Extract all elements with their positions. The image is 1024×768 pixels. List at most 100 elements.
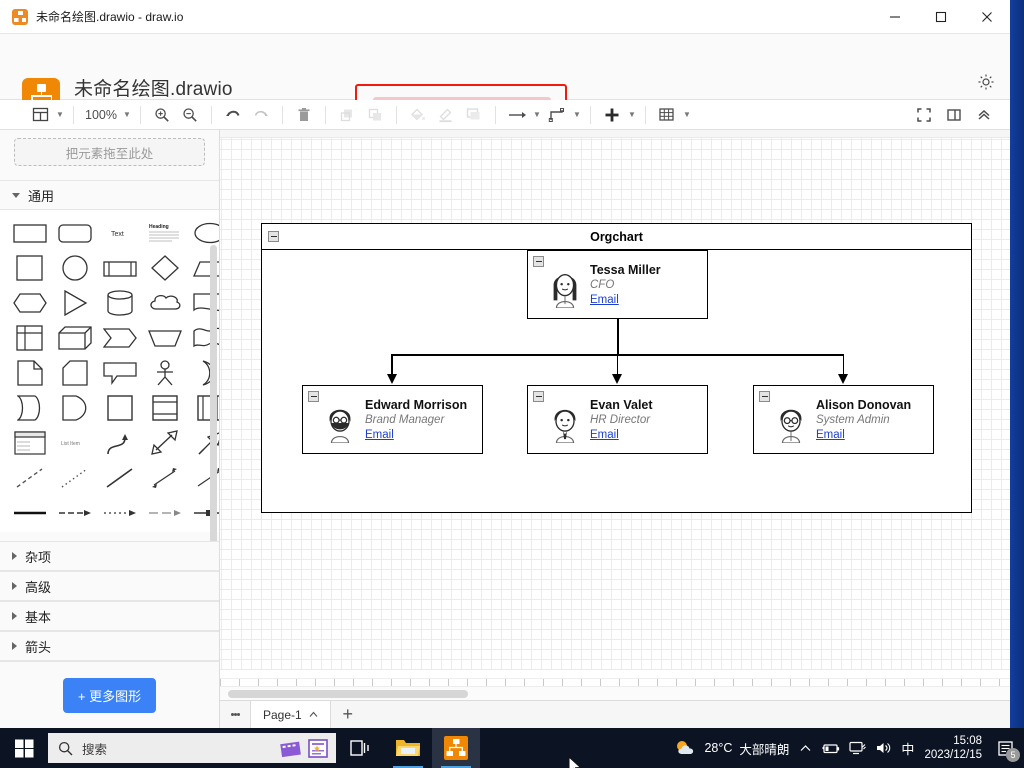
shape-list-item[interactable]: List Item bbox=[57, 430, 93, 456]
shape-diamond[interactable] bbox=[147, 255, 183, 281]
sidebar-section-advanced[interactable]: 高级 bbox=[0, 571, 219, 601]
shadow-button[interactable] bbox=[460, 103, 488, 127]
shape-card[interactable] bbox=[57, 360, 93, 386]
shape-line[interactable] bbox=[12, 500, 48, 526]
canvas-hscrollbar[interactable] bbox=[220, 686, 1010, 700]
close-button[interactable] bbox=[964, 0, 1010, 34]
shape-text[interactable]: Text bbox=[102, 220, 138, 246]
taskbar-clock[interactable]: 15:08 2023/12/15 bbox=[924, 734, 982, 762]
format-panel-button[interactable] bbox=[940, 103, 968, 127]
shape-step[interactable] bbox=[102, 325, 138, 351]
shape-list[interactable] bbox=[12, 430, 48, 456]
zoom-in-button[interactable] bbox=[148, 103, 176, 127]
org-node-child3[interactable]: Alison Donovan System Admin Email bbox=[753, 385, 934, 454]
zoom-caret[interactable]: ▼ bbox=[121, 103, 133, 127]
shape-circle[interactable] bbox=[57, 255, 93, 281]
shape-dotted-line[interactable] bbox=[57, 465, 93, 491]
shape-textbox[interactable]: Heading bbox=[147, 220, 183, 246]
org-node-child2[interactable]: Evan Valet HR Director Email bbox=[527, 385, 708, 454]
file-explorer-icon[interactable] bbox=[384, 728, 432, 768]
fullscreen-button[interactable] bbox=[910, 103, 938, 127]
drawio-app-icon[interactable] bbox=[432, 728, 480, 768]
collapse-minus-icon[interactable] bbox=[533, 391, 544, 402]
battery-icon[interactable] bbox=[821, 742, 840, 755]
fill-color-button[interactable] bbox=[404, 103, 432, 127]
shape-hexagon[interactable] bbox=[12, 290, 48, 316]
shape-double-dash-arrow[interactable] bbox=[147, 500, 183, 526]
shape-rectangle[interactable] bbox=[12, 220, 48, 246]
chevron-up-icon[interactable] bbox=[799, 742, 812, 755]
windows-start-icon[interactable] bbox=[0, 728, 48, 768]
table-button[interactable] bbox=[653, 103, 681, 127]
to-front-button[interactable] bbox=[333, 103, 361, 127]
sidebar-section-basic[interactable]: 基本 bbox=[0, 601, 219, 631]
theme-toggle-button[interactable] bbox=[974, 70, 998, 94]
shape-delay[interactable] bbox=[57, 395, 93, 421]
zoom-level-label[interactable]: 100% bbox=[81, 108, 121, 122]
insert-button[interactable] bbox=[598, 103, 626, 127]
search-suggestion-thumbs[interactable] bbox=[279, 736, 330, 760]
view-layers-button[interactable] bbox=[26, 103, 54, 127]
connection-arrow-button[interactable] bbox=[503, 103, 531, 127]
shape-dotted-arrow[interactable] bbox=[102, 500, 138, 526]
collapse-minus-icon[interactable] bbox=[759, 391, 770, 402]
orgchart-container[interactable]: Orgchart Tessa Miller CFO Email Edward M… bbox=[261, 223, 972, 513]
shape-note[interactable] bbox=[12, 360, 48, 386]
shape-process[interactable] bbox=[102, 255, 138, 281]
collapse-minus-icon[interactable] bbox=[308, 391, 319, 402]
sidebar-scrollbar[interactable] bbox=[210, 245, 217, 565]
org-node-email-link[interactable]: Email bbox=[590, 428, 653, 443]
shape-actor[interactable] bbox=[147, 360, 183, 386]
notification-center-button[interactable]: 5 bbox=[992, 733, 1020, 763]
sidebar-section-misc[interactable]: 杂项 bbox=[0, 541, 219, 571]
sidebar-section-arrows[interactable]: 箭头 bbox=[0, 631, 219, 661]
shape-link[interactable] bbox=[102, 465, 138, 491]
redo-button[interactable] bbox=[247, 103, 275, 127]
zoom-out-button[interactable] bbox=[176, 103, 204, 127]
org-node-child1[interactable]: Edward Morrison Brand Manager Email bbox=[302, 385, 483, 454]
shape-dashed-line[interactable] bbox=[12, 465, 48, 491]
waypoints-caret[interactable]: ▼ bbox=[571, 103, 583, 127]
delete-button[interactable] bbox=[290, 103, 318, 127]
org-node-email-link[interactable]: Email bbox=[365, 428, 467, 443]
table-caret[interactable]: ▼ bbox=[681, 103, 693, 127]
waypoints-button[interactable] bbox=[543, 103, 571, 127]
connection-arrow-caret[interactable]: ▼ bbox=[531, 103, 543, 127]
task-view-icon[interactable] bbox=[336, 728, 384, 768]
taskbar-weather-widget[interactable]: 28°C 大部晴朗 bbox=[675, 739, 789, 758]
collapse-minus-icon[interactable] bbox=[268, 231, 279, 242]
add-page-button[interactable]: + bbox=[331, 701, 365, 729]
undo-button[interactable] bbox=[219, 103, 247, 127]
shape-triangle[interactable] bbox=[57, 290, 93, 316]
insert-caret[interactable]: ▼ bbox=[626, 103, 638, 127]
shape-dashed-arrow[interactable] bbox=[57, 500, 93, 526]
page-menu-dots-icon[interactable] bbox=[220, 701, 250, 729]
view-layers-caret[interactable]: ▼ bbox=[54, 103, 66, 127]
page-tab-page-1[interactable]: Page-1 bbox=[250, 701, 331, 728]
ime-indicator[interactable]: 中 bbox=[901, 739, 914, 758]
shape-bidirectional-arrow[interactable] bbox=[147, 430, 183, 456]
shape-square[interactable] bbox=[12, 255, 48, 281]
shape-rounded-rectangle[interactable] bbox=[57, 220, 93, 246]
more-shapes-button[interactable]: + 更多图形 bbox=[62, 677, 157, 713]
shape-ellipse[interactable] bbox=[192, 220, 219, 246]
taskbar-search-box[interactable]: 搜索 bbox=[48, 733, 336, 763]
scratchpad-drop-target[interactable]: 把元素拖至此处 bbox=[14, 138, 205, 166]
volume-icon[interactable] bbox=[875, 741, 892, 755]
minimize-button[interactable] bbox=[872, 0, 918, 34]
shape-cube[interactable] bbox=[57, 325, 93, 351]
line-color-button[interactable] bbox=[432, 103, 460, 127]
shape-cloud[interactable] bbox=[147, 290, 183, 316]
shape-cylinder[interactable] bbox=[102, 290, 138, 316]
shape-curve[interactable] bbox=[102, 430, 138, 456]
canvas-hscrollbar-thumb[interactable] bbox=[228, 690, 468, 698]
shape-bidirectional-connector[interactable] bbox=[147, 465, 183, 491]
shape-vertical-container[interactable] bbox=[147, 395, 183, 421]
diagram-canvas[interactable]: Orgchart Tessa Miller CFO Email Edward M… bbox=[220, 130, 1010, 728]
collapse-minus-icon[interactable] bbox=[533, 256, 544, 267]
network-icon[interactable] bbox=[849, 741, 867, 755]
to-back-button[interactable] bbox=[361, 103, 389, 127]
shape-internal-storage[interactable] bbox=[12, 325, 48, 351]
maximize-button[interactable] bbox=[918, 0, 964, 34]
shape-container[interactable] bbox=[102, 395, 138, 421]
